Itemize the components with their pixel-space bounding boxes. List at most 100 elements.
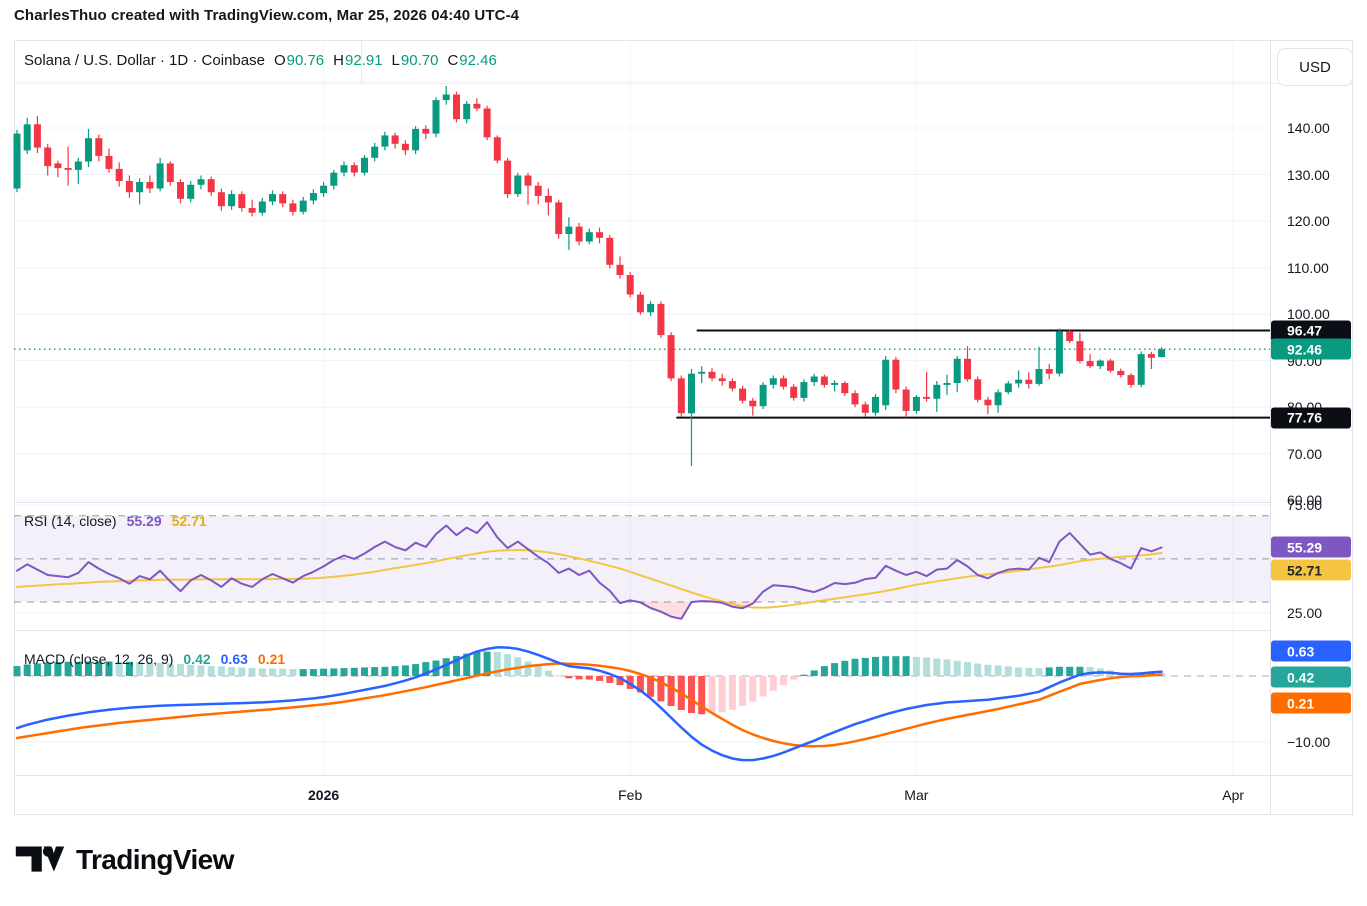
macd-histogram-bar[interactable] [14,666,21,676]
candle[interactable] [770,378,777,385]
candle[interactable] [535,186,542,196]
macd-histogram-bar[interactable] [944,660,951,677]
candle[interactable] [167,163,174,182]
candle[interactable] [637,295,644,313]
candle[interactable] [228,194,235,206]
price-label-140.00[interactable]: 140.00 [1287,120,1330,136]
macd-histogram-bar[interactable] [872,657,879,676]
macd-histogram-bar[interactable] [800,675,807,676]
candle[interactable] [780,378,787,386]
macd-histogram-bar[interactable] [739,676,746,706]
candle[interactable] [1148,354,1155,358]
candle[interactable] [821,377,828,385]
macd-histogram-bar[interactable] [392,666,399,676]
macd-histogram-bar[interactable] [269,669,276,677]
candle[interactable] [300,201,307,212]
macd-histogram-bar[interactable] [545,671,552,676]
candle[interactable] [1056,331,1063,373]
candle[interactable] [95,138,102,156]
candle[interactable] [882,360,889,406]
candle[interactable] [586,232,593,241]
candle[interactable] [310,193,317,200]
candle[interactable] [187,185,194,199]
candle[interactable] [34,124,41,147]
candle[interactable] [443,95,450,101]
candle[interactable] [453,95,460,120]
candle[interactable] [351,165,358,172]
macd-histogram-bar[interactable] [218,666,225,676]
candle[interactable] [157,163,164,188]
candle[interactable] [892,360,899,390]
macd-histogram-bar[interactable] [279,669,286,676]
candle[interactable] [381,135,388,146]
macd-histogram-bar[interactable] [903,656,910,676]
candle[interactable] [923,397,930,399]
macd-histogram-bar[interactable] [208,666,215,676]
candle[interactable] [146,182,153,189]
macd-histogram-bar[interactable] [341,668,348,676]
price-label-120.00[interactable]: 120.00 [1287,213,1330,229]
candle[interactable] [1015,380,1022,384]
candle[interactable] [862,404,869,412]
tradingview-logo[interactable]: TradingView [14,842,234,878]
macd-histogram-bar[interactable] [504,654,511,676]
macd-histogram-bar[interactable] [821,666,828,676]
macd-histogram-bar[interactable] [228,667,235,676]
candle[interactable] [259,202,266,213]
candle[interactable] [75,162,82,170]
candle[interactable] [964,359,971,380]
candle[interactable] [811,377,818,383]
macd-histogram-bar[interactable] [841,661,848,676]
candle[interactable] [208,179,215,192]
macd-histogram-bar[interactable] [770,676,777,691]
macd-histogram-bar[interactable] [760,676,767,697]
macd-histogram-bar[interactable] [882,656,889,676]
macd-histogram-bar[interactable] [1066,667,1073,676]
candle[interactable] [913,397,920,411]
candle[interactable] [852,393,859,404]
candle[interactable] [177,182,184,199]
candle[interactable] [392,135,399,143]
axis-badge-0.63[interactable]: 0.63 [1271,641,1351,662]
candle[interactable] [903,390,910,411]
macd-histogram-bar[interactable] [729,676,736,710]
candle[interactable] [729,381,736,388]
macd-histogram-bar[interactable] [1025,668,1032,676]
macd-histogram-bar[interactable] [933,659,940,677]
candle[interactable] [576,227,583,242]
symbol-title[interactable]: Solana / U.S. Dollar · 1D · Coinbase [24,52,265,69]
candle[interactable] [719,378,726,381]
price-label-130.00[interactable]: 130.00 [1287,167,1330,183]
macd-histogram-bar[interactable] [749,676,756,702]
macd-histogram-bar[interactable] [1046,667,1053,676]
candle[interactable] [422,129,429,134]
candle[interactable] [831,383,838,385]
macd-histogram-bar[interactable] [535,666,542,676]
macd-histogram-bar[interactable] [1015,667,1022,676]
candle[interactable] [1087,361,1094,366]
candle[interactable] [1025,380,1032,384]
candle[interactable] [402,144,409,151]
candle[interactable] [279,194,286,203]
candle[interactable] [1046,369,1053,374]
macd-histogram-bar[interactable] [330,668,337,676]
macd-label[interactable]: −10.00 [1287,734,1330,750]
candle[interactable] [709,372,716,379]
candle[interactable] [525,176,532,186]
candle[interactable] [565,227,572,234]
candle[interactable] [218,192,225,206]
axis-badge-0.21[interactable]: 0.21 [1271,693,1351,714]
candle[interactable] [872,397,879,413]
macd-histogram-bar[interactable] [831,663,838,676]
candle[interactable] [657,304,664,335]
macd-histogram-bar[interactable] [1056,667,1063,676]
macd-histogram-bar[interactable] [954,661,961,676]
macd-histogram-bar[interactable] [371,667,378,676]
pane-separator-rsi[interactable] [14,502,1270,503]
candle[interactable] [341,165,348,172]
candle[interactable] [1138,354,1145,385]
rsi-legend-title[interactable]: RSI (14, close) [24,513,117,529]
macd-histogram-bar[interactable] [586,676,593,680]
macd-histogram-bar[interactable] [565,676,572,678]
candle[interactable] [1005,383,1012,392]
